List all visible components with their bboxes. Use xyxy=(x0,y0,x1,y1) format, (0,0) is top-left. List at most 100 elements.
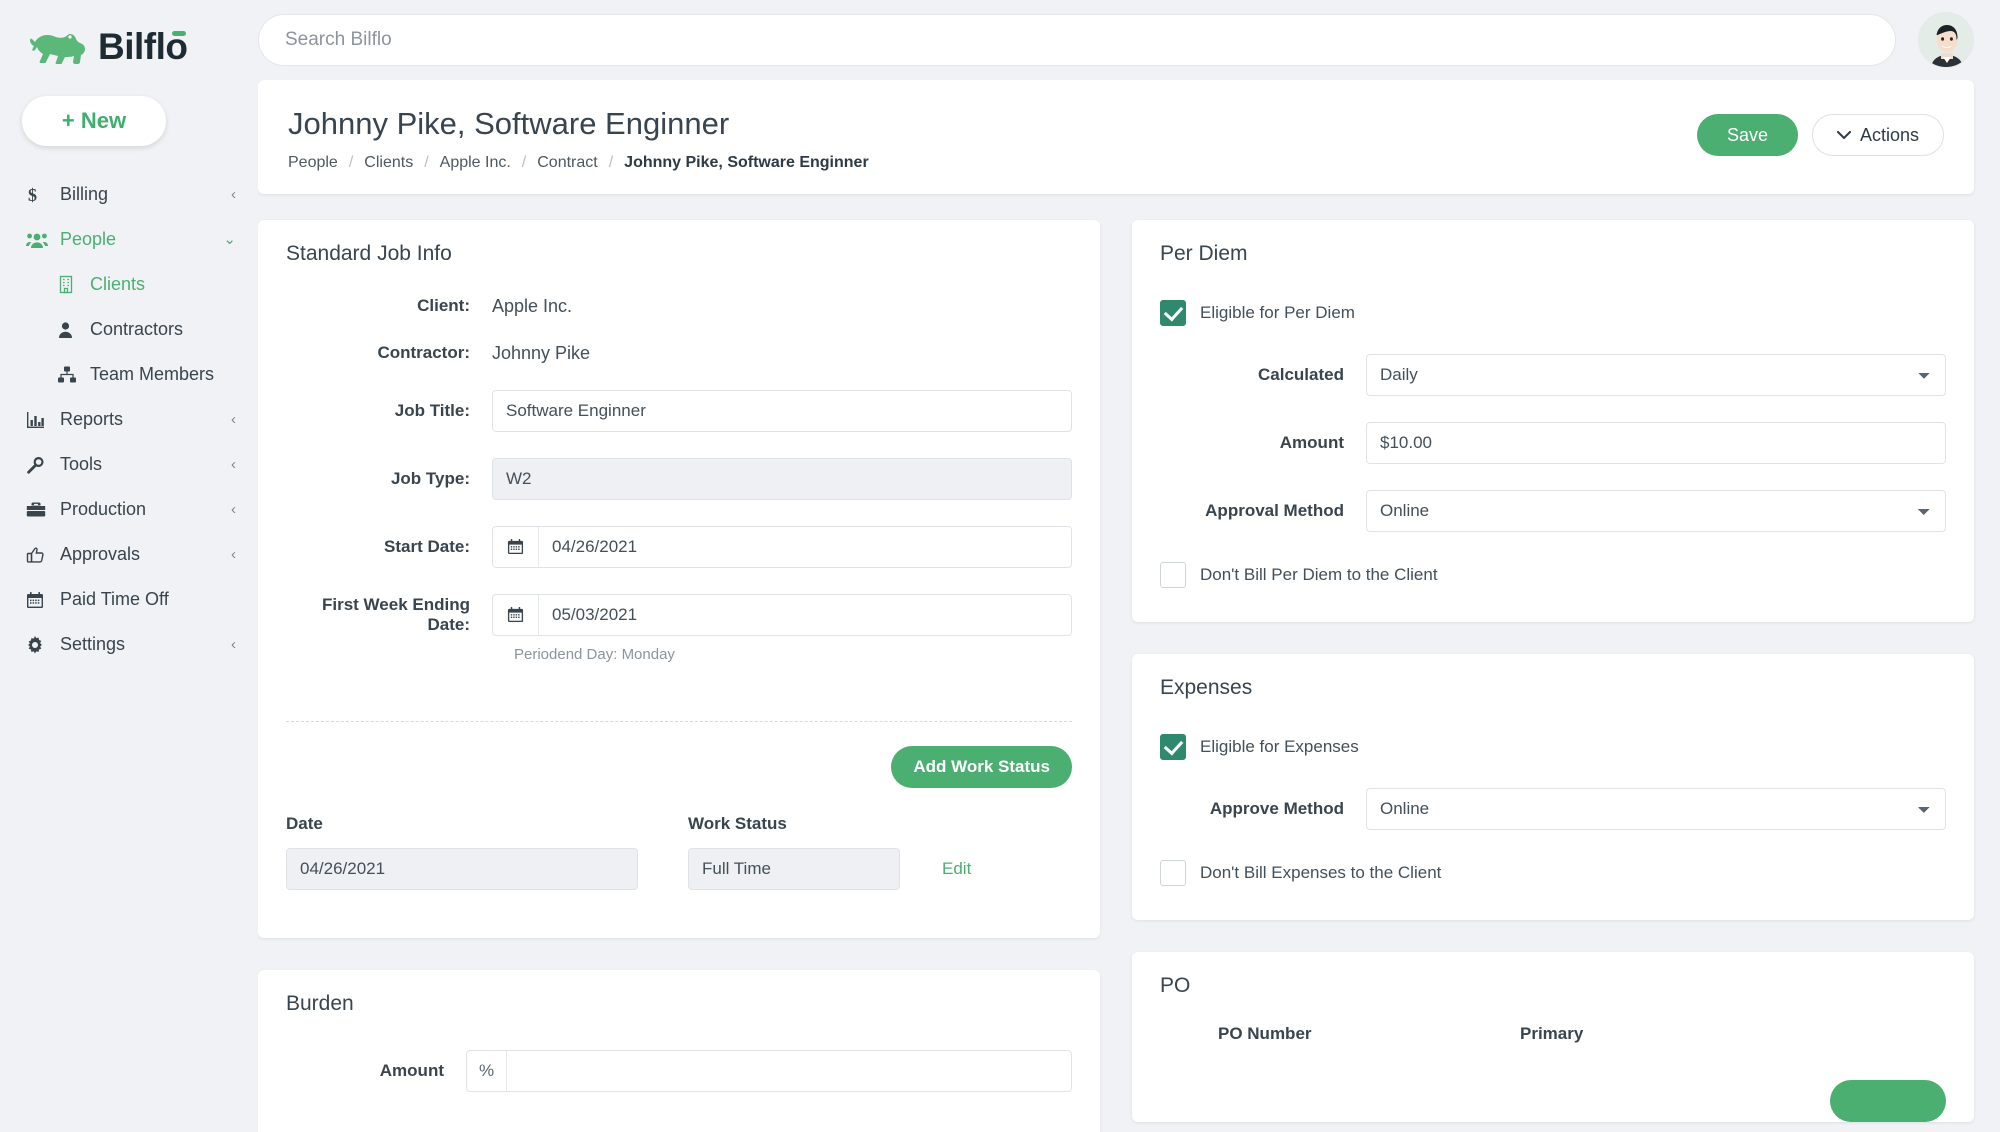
search-box[interactable] xyxy=(258,14,1896,66)
eligible-per-diem-checkbox[interactable] xyxy=(1160,299,1186,326)
po-add-button[interactable] xyxy=(1830,1079,1946,1122)
sidebar-item-people[interactable]: People ⌄ xyxy=(0,217,258,262)
work-status-table-header: Date Work Status xyxy=(258,788,1100,834)
sidebar-item-label: Production xyxy=(60,499,147,519)
app-logo[interactable]: Bilflo xyxy=(0,14,258,68)
column-header-po-number: PO Number xyxy=(1218,1023,1312,1043)
burden-amount-input[interactable] xyxy=(507,1050,1071,1091)
start-date-row: Start Date: xyxy=(286,525,1072,568)
avatar[interactable] xyxy=(1918,12,1974,68)
sidebar-item-billing[interactable]: $ Billing ‹ xyxy=(0,172,258,217)
breadcrumb-separator: / xyxy=(348,153,354,171)
eligible-expenses-row: Eligible for Expenses xyxy=(1160,733,1946,760)
breadcrumb: People / Clients / Apple Inc. / Contract… xyxy=(288,154,1697,172)
approve-method-select[interactable]: Online xyxy=(1366,787,1946,830)
calendar-icon[interactable] xyxy=(493,526,539,567)
work-status-select[interactable]: Full Time xyxy=(688,847,900,890)
job-title-row: Job Title: xyxy=(286,389,1072,432)
approval-method-select[interactable]: Online xyxy=(1366,489,1946,532)
dollar-icon: $ xyxy=(26,185,52,205)
actions-button[interactable]: Actions xyxy=(1811,114,1944,156)
client-value: Apple Inc. xyxy=(492,295,573,316)
add-work-status-button[interactable]: Add Work Status xyxy=(891,745,1072,788)
search-input[interactable] xyxy=(285,29,1869,51)
per-diem-amount-input[interactable] xyxy=(1366,421,1946,464)
first-week-ending-control xyxy=(492,593,1072,636)
work-status-select-cell: Full Time xyxy=(688,847,908,890)
sidebar-item-team-members[interactable]: Team Members xyxy=(0,352,258,397)
sidebar-item-label: Team Members xyxy=(90,364,215,384)
chevron-left-icon: ‹ xyxy=(231,636,236,653)
dont-bill-per-diem-checkbox[interactable] xyxy=(1160,561,1186,588)
first-week-ending-input[interactable] xyxy=(539,594,1071,635)
first-week-ending-field[interactable] xyxy=(492,593,1072,636)
logo-accent-dot xyxy=(172,30,187,36)
sidebar-item-label: Tools xyxy=(60,454,103,474)
chevron-left-icon: ‹ xyxy=(231,456,236,473)
eligible-per-diem-label: Eligible for Per Diem xyxy=(1200,302,1355,322)
po-table-header: PO Number Primary xyxy=(1132,998,1974,1044)
client-row: Client: Apple Inc. xyxy=(286,296,1072,317)
sidebar-item-reports[interactable]: Reports ‹ xyxy=(0,397,258,442)
table-row: Full Time Edit xyxy=(258,834,1100,890)
topbar xyxy=(258,0,2000,80)
burden-amount-label: Amount xyxy=(379,1060,444,1080)
sidebar-item-label: Contractors xyxy=(90,319,184,339)
approve-method-label: Approve Method xyxy=(1209,798,1344,818)
calculated-select[interactable]: Daily xyxy=(1366,353,1946,396)
job-type-select[interactable]: W2 xyxy=(492,457,1072,500)
breadcrumb-item-people[interactable]: People xyxy=(288,154,338,172)
page-header-actions: Save Actions xyxy=(1696,106,1944,156)
contractor-row: Contractor: Johnny Pike xyxy=(286,343,1072,364)
expenses-card: Expenses Eligible for Expenses Approve M… xyxy=(1132,653,1974,920)
burden-amount-control: % xyxy=(466,1049,1072,1092)
chevron-left-icon: ‹ xyxy=(231,546,236,563)
card-title: Per Diem xyxy=(1160,241,1248,265)
actions-button-label: Actions xyxy=(1859,124,1919,145)
people-icon xyxy=(26,231,52,249)
first-week-ending-label: First Week Ending Date: xyxy=(322,594,470,634)
sidebar-item-settings[interactable]: Settings ‹ xyxy=(0,622,258,667)
new-button[interactable]: + New xyxy=(22,96,166,146)
burden-percent-field[interactable]: % xyxy=(466,1049,1072,1092)
percent-icon: % xyxy=(467,1050,507,1091)
job-title-input[interactable] xyxy=(492,389,1072,432)
sidebar-item-tools[interactable]: Tools ‹ xyxy=(0,442,258,487)
column-header-date: Date xyxy=(286,813,323,833)
breadcrumb-item-apple-inc[interactable]: Apple Inc. xyxy=(440,154,511,172)
card-title: PO xyxy=(1160,973,1191,997)
chevron-left-icon: ‹ xyxy=(231,501,236,518)
calendar-icon[interactable] xyxy=(493,594,539,635)
page-header-left: Johnny Pike, Software Enginner People / … xyxy=(288,106,1697,172)
work-status-date-input[interactable] xyxy=(286,847,638,890)
dont-bill-per-diem-row: Don't Bill Per Diem to the Client xyxy=(1160,561,1946,588)
eligible-expenses-label: Eligible for Expenses xyxy=(1200,736,1359,756)
sidebar-item-approvals[interactable]: Approvals ‹ xyxy=(0,532,258,577)
app-root: Bilflo + New $ Billing ‹ People ⌄ Client… xyxy=(0,0,2000,1132)
edit-work-status-link[interactable]: Edit xyxy=(942,859,971,879)
breadcrumb-item-current: Johnny Pike, Software Enginner xyxy=(624,153,869,171)
dont-bill-expenses-checkbox[interactable] xyxy=(1160,859,1186,886)
approval-method-row: Approval Method Online xyxy=(1160,489,1946,532)
card-title: Burden xyxy=(286,991,354,1015)
thumbs-up-icon xyxy=(26,546,52,564)
po-card: PO PO Number Primary xyxy=(1132,951,1974,1122)
sidebar-item-contractors[interactable]: Contractors xyxy=(0,307,258,352)
sidebar-item-production[interactable]: Production ‹ xyxy=(0,487,258,532)
start-date-field[interactable] xyxy=(492,525,1072,568)
content-columns: Standard Job Info Client: Apple Inc. Con… xyxy=(258,219,1974,1132)
building-icon xyxy=(58,275,82,294)
wrench-icon xyxy=(26,456,52,474)
breadcrumb-item-contract[interactable]: Contract xyxy=(537,154,597,172)
burden-amount-row: Amount % xyxy=(286,1049,1072,1092)
eligible-expenses-checkbox[interactable] xyxy=(1160,733,1186,760)
gear-icon xyxy=(26,635,52,654)
breadcrumb-item-clients[interactable]: Clients xyxy=(364,154,413,172)
sidebar-item-paid-time-off[interactable]: Paid Time Off xyxy=(0,577,258,622)
save-button[interactable]: Save xyxy=(1696,114,1798,156)
standard-job-info-body: Client: Apple Inc. Contractor: Johnny Pi… xyxy=(258,266,1100,689)
work-status-date-cell xyxy=(286,847,688,890)
card-bottom-spacer xyxy=(258,890,1100,938)
sidebar-item-clients[interactable]: Clients xyxy=(0,262,258,307)
start-date-input[interactable] xyxy=(539,526,1071,567)
